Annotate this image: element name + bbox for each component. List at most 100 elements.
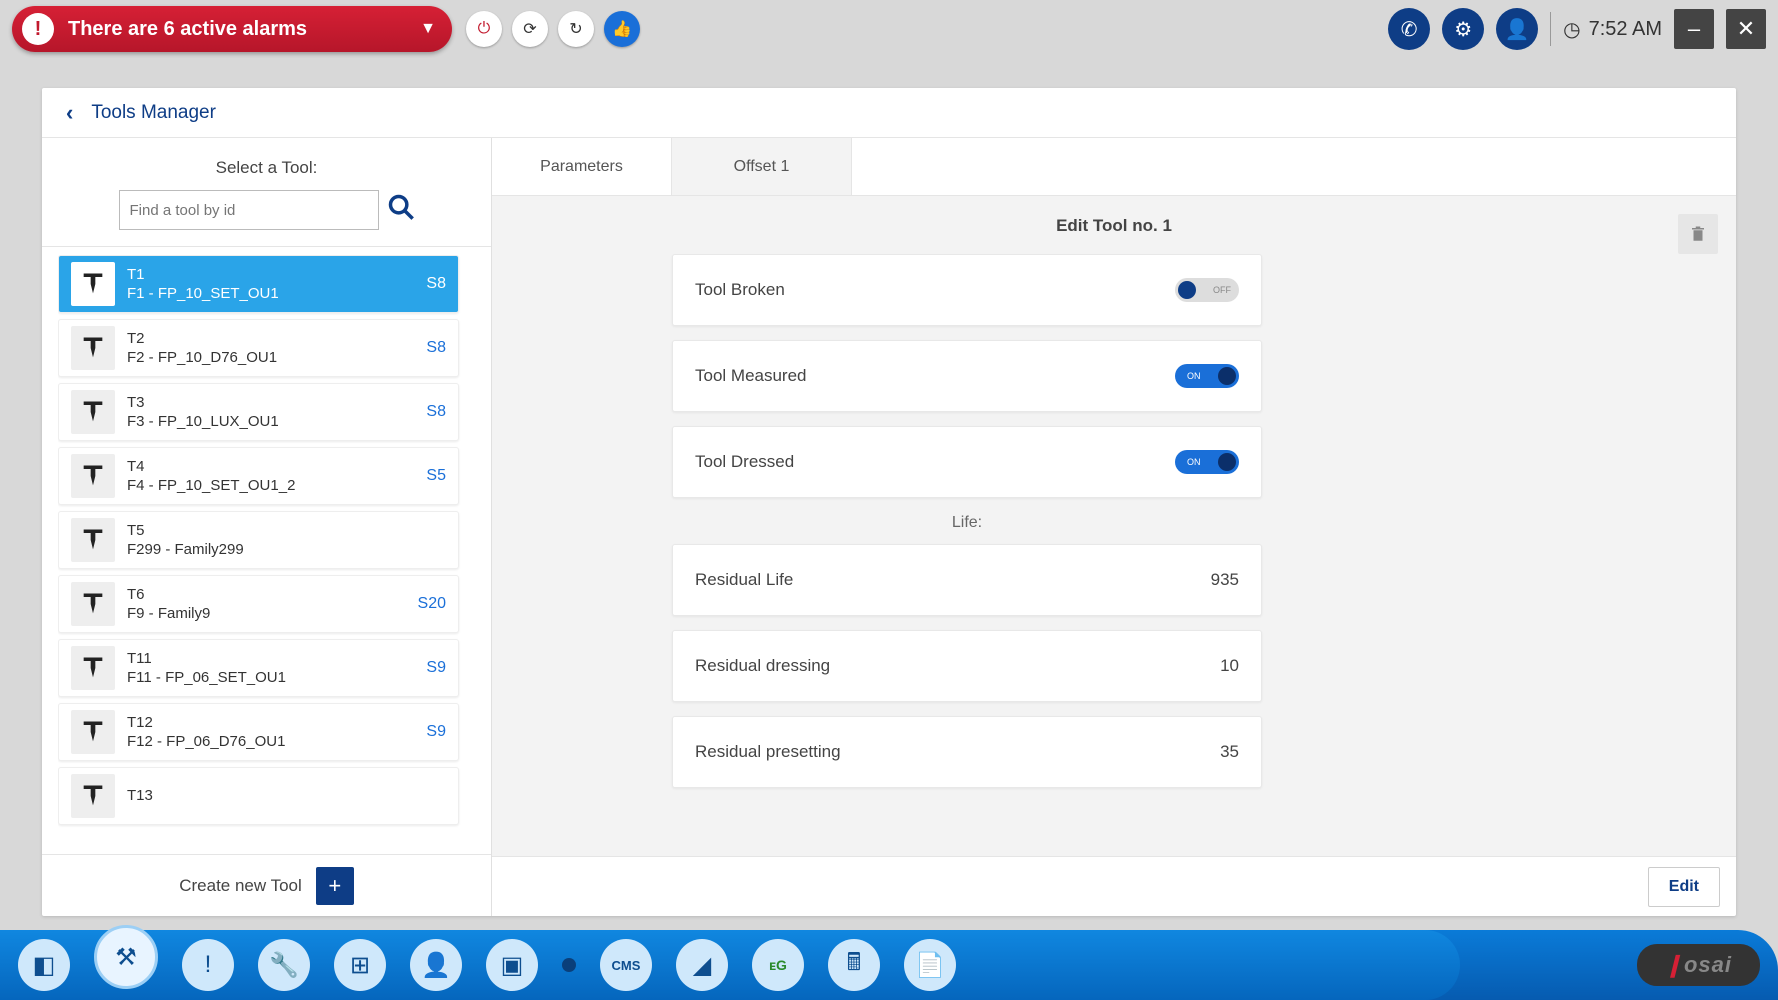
tool-id: T2 <box>127 330 414 347</box>
tool-family: F12 - FP_06_D76_OU1 <box>127 733 414 750</box>
taskbar-wrench-icon[interactable]: 🔧 <box>258 939 310 991</box>
divider <box>1550 12 1551 46</box>
param-value: 10 <box>1220 656 1239 676</box>
machine-icon[interactable]: ⚙ <box>1442 8 1484 50</box>
edit-button[interactable]: Edit <box>1648 867 1720 907</box>
toggle-tool-measured[interactable]: ON <box>1175 364 1239 388</box>
back-chevron-icon[interactable]: ‹ <box>66 100 73 126</box>
thumbs-up-icon[interactable]: 👍 <box>604 11 640 47</box>
brand-logo: ❙osai <box>1637 944 1760 986</box>
toggle-state: OFF <box>1213 285 1231 295</box>
life-section-label: Life: <box>672 514 1262 532</box>
tool-item[interactable]: T11F11 - FP_06_SET_OU1S9 <box>58 639 459 697</box>
drill-icon <box>71 454 115 498</box>
chevron-down-icon[interactable]: ▼ <box>420 20 436 38</box>
tool-family: F9 - Family9 <box>127 605 406 622</box>
page-title: Tools Manager <box>91 102 216 124</box>
tool-slot: S9 <box>426 723 446 741</box>
clock-text: 7:52 AM <box>1589 18 1662 41</box>
taskbar-tools-icon[interactable]: ⚒ <box>94 925 158 989</box>
toggle-knob <box>1218 453 1236 471</box>
toggle-knob <box>1218 367 1236 385</box>
alarm-text: There are 6 active alarms <box>68 18 307 41</box>
tool-family: F2 - FP_10_D76_OU1 <box>127 349 414 366</box>
drill-icon <box>71 710 115 754</box>
tool-item[interactable]: T2 F2 - FP_10_D76_OU1 S8 <box>58 319 459 377</box>
alert-icon: ! <box>22 13 54 45</box>
drill-icon <box>71 326 115 370</box>
minimize-button[interactable]: – <box>1674 9 1714 49</box>
tab-parameters[interactable]: Parameters <box>492 138 672 195</box>
activity-icon[interactable]: ⟳ <box>512 11 548 47</box>
breadcrumb: ‹ Tools Manager <box>42 88 1736 138</box>
taskbar-dot-icon <box>562 958 576 972</box>
tool-id: T6 <box>127 586 406 603</box>
detail-title: Edit Tool no. 1 <box>532 216 1696 236</box>
param-residual-presetting: Residual presetting 35 <box>672 716 1262 788</box>
drill-icon <box>71 646 115 690</box>
param-label: Residual presetting <box>695 742 841 762</box>
param-value: 35 <box>1220 742 1239 762</box>
drill-icon <box>71 518 115 562</box>
tool-slot: S20 <box>418 595 446 613</box>
user-icon[interactable]: 👤 <box>1496 8 1538 50</box>
toggle-tool-dressed[interactable]: ON <box>1175 450 1239 474</box>
drill-icon <box>71 582 115 626</box>
taskbar-alerts-icon[interactable]: ! <box>182 939 234 991</box>
tool-id: T12 <box>127 714 414 731</box>
tool-slot: S8 <box>426 339 446 357</box>
tool-slot: S8 <box>426 275 446 293</box>
tool-item[interactable]: T4F4 - FP_10_SET_OU1_2S5 <box>58 447 459 505</box>
taskbar-layout-icon[interactable]: ⊞ <box>334 939 386 991</box>
taskbar-display-icon[interactable]: ▣ <box>486 939 538 991</box>
taskbar-notes-icon[interactable]: 📄 <box>904 939 956 991</box>
tab-offset-1[interactable]: Offset 1 <box>672 138 852 195</box>
clock: ◷ 7:52 AM <box>1563 17 1662 42</box>
alarm-banner[interactable]: ! There are 6 active alarms ▼ <box>12 6 452 52</box>
tool-family: F4 - FP_10_SET_OU1_2 <box>127 477 414 494</box>
tool-id: T1 <box>127 266 414 283</box>
power-icon[interactable]: ⏻ <box>466 11 502 47</box>
taskbar-app1-icon[interactable]: ◢ <box>676 939 728 991</box>
tool-list[interactable]: T1 F1 - FP_10_SET_OU1 S8 T2 F2 - FP_10_D76_O… <box>58 255 465 846</box>
param-tool-measured: Tool Measured ON <box>672 340 1262 412</box>
search-icon[interactable] <box>387 193 415 228</box>
taskbar-cms-icon[interactable]: CMS <box>600 939 652 991</box>
param-residual-life: Residual Life 935 <box>672 544 1262 616</box>
param-label: Residual Life <box>695 570 793 590</box>
taskbar-home-icon[interactable]: ◧ <box>18 939 70 991</box>
tool-id: T11 <box>127 650 414 667</box>
tool-family: F1 - FP_10_SET_OU1 <box>127 285 414 302</box>
param-tool-broken: Tool Broken OFF <box>672 254 1262 326</box>
param-label: Residual dressing <box>695 656 830 676</box>
toggle-tool-broken[interactable]: OFF <box>1175 278 1239 302</box>
tool-slot: S5 <box>426 467 446 485</box>
create-tool-label: Create new Tool <box>179 876 302 896</box>
tool-id: T3 <box>127 394 414 411</box>
search-input[interactable] <box>119 190 379 230</box>
taskbar-user-icon[interactable]: 👤 <box>410 939 462 991</box>
close-button[interactable]: ✕ <box>1726 9 1766 49</box>
sync-icon[interactable]: ↻ <box>558 11 594 47</box>
toggle-state: ON <box>1187 371 1201 381</box>
tool-item[interactable]: T12 F12 - FP_06_D76_OU1 S9 <box>58 703 459 761</box>
taskbar-calculator-icon[interactable]: 🖩 <box>828 939 880 991</box>
tool-id: T13 <box>127 787 434 804</box>
tool-family: F299 - Family299 <box>127 541 434 558</box>
tool-family: F3 - FP_10_LUX_OU1 <box>127 413 414 430</box>
tool-item[interactable]: T6 F9 - Family9 S20 <box>58 575 459 633</box>
tool-id: T5 <box>127 522 434 539</box>
param-label: Tool Dressed <box>695 452 794 472</box>
tool-item[interactable]: T5 F299 - Family299 <box>58 511 459 569</box>
drill-icon <box>71 262 115 306</box>
tool-family: F11 - FP_06_SET_OU1 <box>127 669 414 686</box>
tool-item[interactable]: T1 F1 - FP_10_SET_OU1 S8 <box>58 255 459 313</box>
tool-item[interactable]: T3F3 - FP_10_LUX_OU1S8 <box>58 383 459 441</box>
phone-icon[interactable]: ✆ <box>1388 8 1430 50</box>
tool-item[interactable]: T13 <box>58 767 459 825</box>
toggle-knob <box>1178 281 1196 299</box>
delete-button[interactable] <box>1678 214 1718 254</box>
param-residual-dressing: Residual dressing 10 <box>672 630 1262 702</box>
add-tool-button[interactable]: + <box>316 867 354 905</box>
taskbar-eg-icon[interactable]: ᴇG <box>752 939 804 991</box>
